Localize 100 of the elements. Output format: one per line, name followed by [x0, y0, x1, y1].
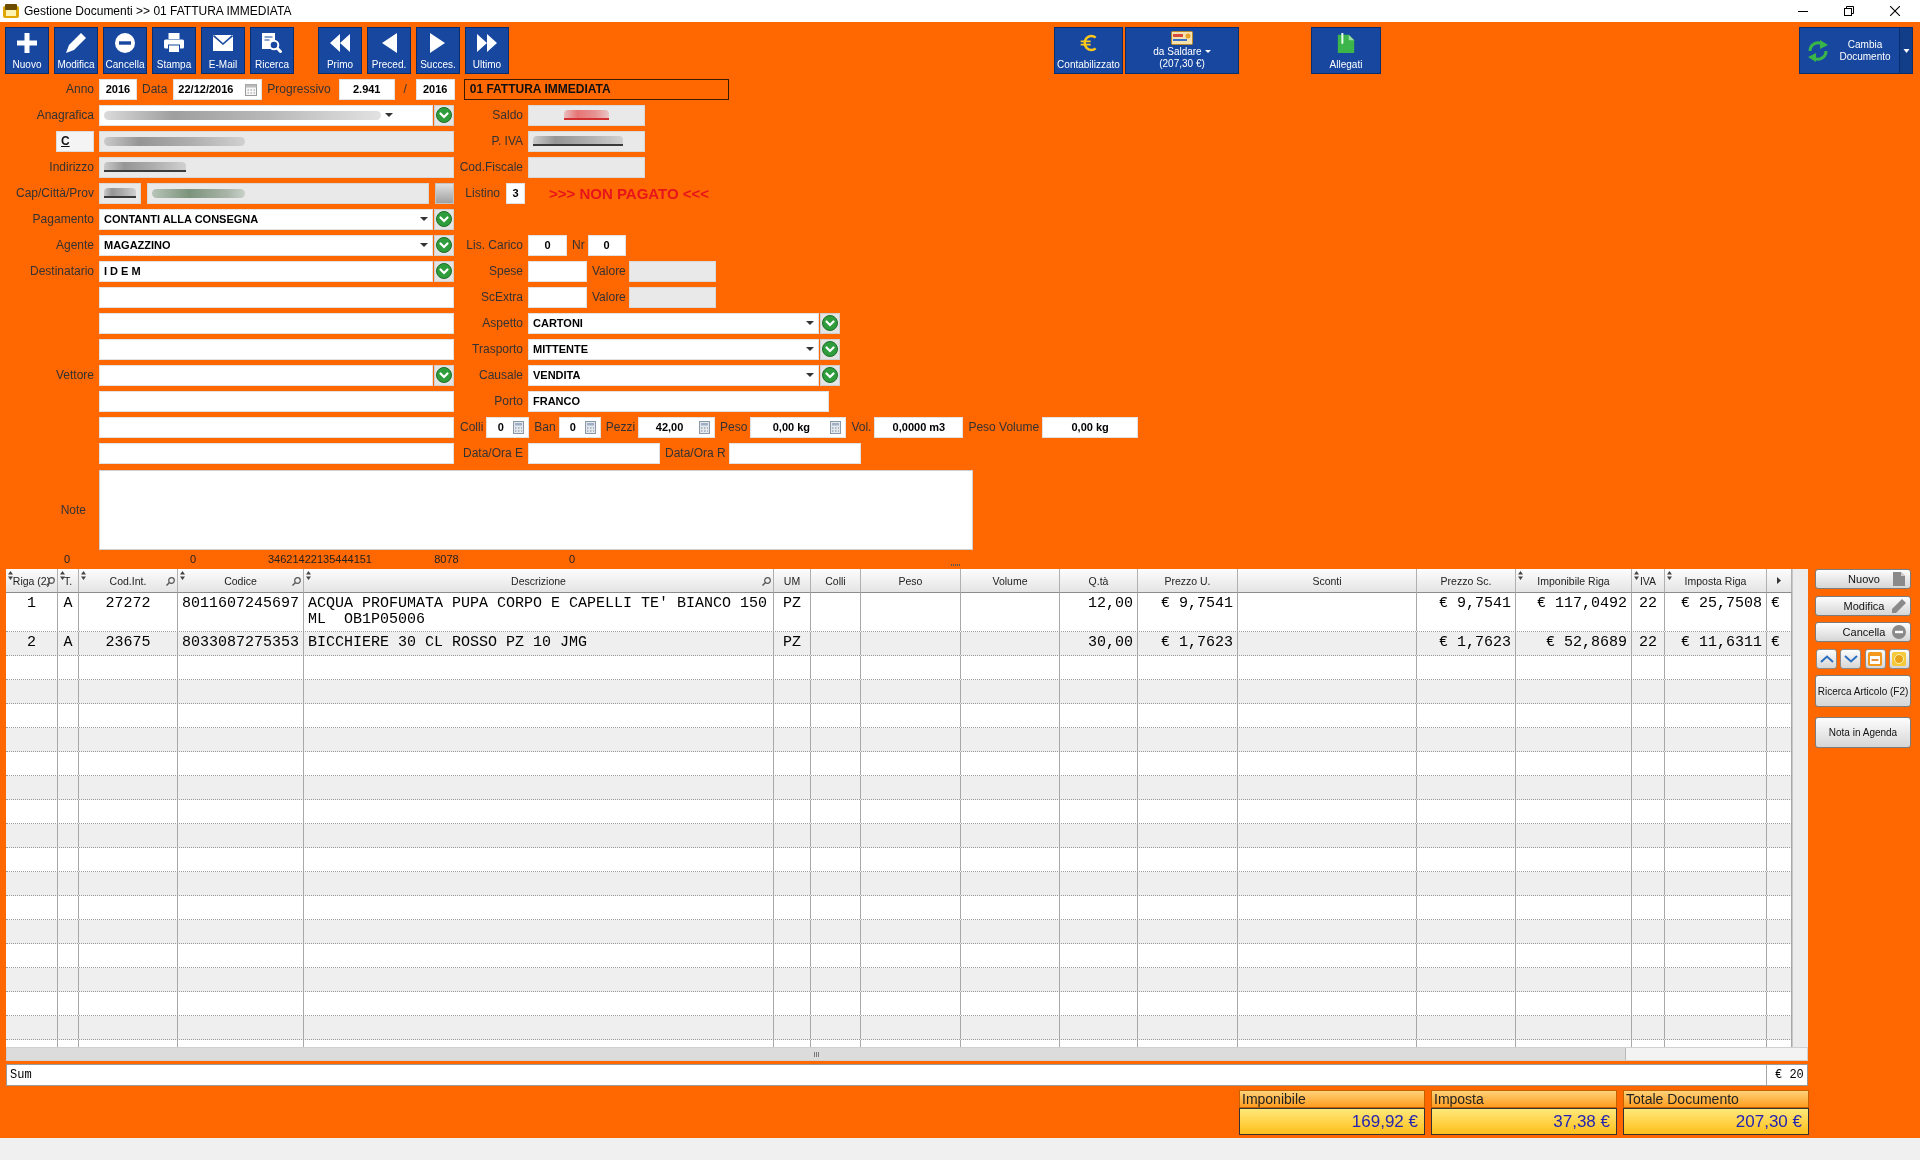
column-header[interactable]: Prezzo Sc. [1417, 569, 1516, 593]
previous-button[interactable]: Preced. [367, 27, 411, 74]
accounting-button[interactable]: Contabilizzato [1054, 27, 1123, 74]
agenda-note-button[interactable]: Nota in Agenda [1815, 717, 1911, 748]
text-field[interactable] [99, 156, 454, 178]
postcode-field[interactable] [99, 182, 141, 204]
currency-button[interactable] [1889, 649, 1910, 669]
vertical-scrollbar[interactable] [1792, 569, 1808, 1047]
lookup-button[interactable] [434, 234, 454, 256]
text-field[interactable] [528, 286, 587, 308]
city-field[interactable] [147, 182, 429, 204]
date-time-field[interactable] [528, 442, 660, 464]
payment-status: >>> NON PAGATO <<< [549, 184, 710, 202]
column-header[interactable]: Q.tà [1060, 569, 1138, 593]
quantity-field[interactable]: 0 [486, 416, 530, 438]
balance-due-button[interactable]: da Saldare (207,30 €) [1125, 27, 1239, 74]
dropdown-button[interactable] [1899, 27, 1913, 74]
scrollbar-track[interactable] [6, 1047, 1808, 1061]
column-header[interactable]: Volume [961, 569, 1060, 593]
dropdown-field[interactable]: MITTENTE [528, 338, 819, 360]
note-field[interactable] [99, 470, 973, 550]
lookup-button[interactable] [820, 312, 840, 334]
lookup-button[interactable] [820, 338, 840, 360]
lookup-button[interactable] [434, 208, 454, 230]
dropdown-field[interactable]: VENDITA [528, 364, 819, 386]
text-field[interactable]: I D E M [99, 260, 433, 282]
table-cell: € 1,7623 [1417, 632, 1516, 655]
lookup-button[interactable] [434, 364, 454, 386]
column-header[interactable]: Peso [861, 569, 961, 593]
first-button[interactable]: Primo [318, 27, 362, 74]
text-field[interactable] [99, 390, 454, 412]
price-list-field[interactable]: 3 [506, 182, 525, 204]
text-field[interactable] [99, 442, 454, 464]
column-header[interactable]: T. [58, 569, 79, 593]
column-header[interactable]: Colli [811, 569, 861, 593]
column-header[interactable]: Sconti [1238, 569, 1417, 593]
dropdown-field[interactable]: MAGAZZINO [99, 234, 433, 256]
picker-button[interactable] [435, 182, 454, 204]
code-field[interactable]: C [56, 130, 94, 152]
column-header[interactable]: Descrizione [304, 569, 774, 593]
column-header[interactable]: Riga (2) [6, 569, 58, 593]
edit-row-button[interactable]: Modifica [1815, 596, 1911, 616]
lookup-button[interactable] [434, 260, 454, 282]
dropdown-arrow-icon [385, 113, 393, 117]
table-row[interactable]: 2 A 23675 8033087275353 BICCHIERE 30 CL ROSSO PZ 10 JMG PZ 30,00 € 1,7623 € 1,7623 € 52,8689 22 € 11,6311 € [6, 632, 1792, 656]
column-header[interactable] [1767, 569, 1792, 593]
number-field[interactable]: 0 [528, 234, 567, 256]
next-button[interactable]: Succes. [416, 27, 460, 74]
move-up-button[interactable] [1816, 649, 1837, 669]
year-field[interactable]: 2016 [415, 78, 455, 100]
print-button[interactable]: Stampa [152, 27, 196, 74]
new-row-button[interactable]: Nuovo [1815, 569, 1911, 589]
delete-button[interactable]: Cancella [103, 27, 147, 74]
volume-field[interactable]: 0,0000 m3 [874, 416, 964, 438]
text-field[interactable] [99, 364, 433, 386]
text-field[interactable] [528, 260, 587, 282]
edit-button[interactable]: Modifica [54, 27, 98, 74]
field-label: Vettore [55, 368, 94, 382]
text-field[interactable] [99, 312, 454, 334]
text-field[interactable]: FRANCO [528, 390, 829, 412]
column-header[interactable]: Cod.Int. [79, 569, 178, 593]
numbering-button[interactable] [1864, 649, 1886, 669]
number-field[interactable]: 2.941 [338, 78, 395, 100]
dropdown-field[interactable] [99, 104, 433, 126]
table-cell: BICCHIERE 30 CL ROSSO PZ 10 JMG [304, 632, 774, 655]
lookup-button[interactable] [434, 104, 454, 126]
move-down-button[interactable] [1840, 649, 1862, 669]
name-field[interactable] [99, 130, 454, 152]
weight-field[interactable]: 0,00 kg [1042, 416, 1139, 438]
email-button[interactable]: E-Mail [201, 27, 245, 74]
delete-row-button[interactable]: Cancella [1815, 622, 1911, 642]
text-field[interactable] [99, 416, 454, 438]
column-header[interactable]: Imponibile Riga [1516, 569, 1632, 593]
column-header[interactable]: Prezzo U. [1138, 569, 1238, 593]
date-field[interactable]: 22/12/2016 [173, 78, 263, 100]
change-document-button[interactable]: Cambia Documento [1799, 27, 1899, 74]
lookup-button[interactable] [820, 364, 840, 386]
dropdown-field[interactable]: CARTONI [528, 312, 819, 334]
number-field[interactable]: 0 [587, 234, 626, 256]
scrollbar-thumb[interactable] [7, 1048, 1626, 1060]
date-time-field[interactable] [728, 442, 861, 464]
new-button[interactable]: Nuovo [5, 27, 49, 74]
attachments-button[interactable]: Allegati [1311, 27, 1381, 74]
text-field[interactable] [99, 338, 454, 360]
last-button[interactable]: Ultimo [465, 27, 509, 74]
column-header[interactable]: Codice [178, 569, 304, 593]
search-button[interactable]: Ricerca [250, 27, 294, 74]
dropdown-arrow-icon [420, 243, 428, 247]
dropdown-field[interactable]: CONTANTI ALLA CONSEGNA [99, 208, 433, 230]
table-row[interactable]: 1 A 27272 8011607245697 ACQUA PROFUMATA PUPA CORPO E CAPELLI TE' BIANCO 150 ML OB1P05006 PZ 12,00 € 9,7541 € 9,7541 € 117,0492 22 € 25,7508 € [6, 593, 1792, 632]
window-title: Gestione Documenti >> 01 FATTURA IMMEDIATA [24, 4, 292, 18]
quantity-field[interactable]: 0 [558, 416, 601, 438]
column-header[interactable]: Imposta Riga [1665, 569, 1767, 593]
quantity-field[interactable]: 42,00 [638, 416, 716, 438]
column-header[interactable]: UM [774, 569, 811, 593]
year-field[interactable]: 2016 [99, 78, 137, 100]
search-article-button[interactable]: Ricerca Articolo (F2) [1815, 675, 1911, 707]
text-field[interactable] [99, 286, 454, 308]
weight-field[interactable]: 0,00 kg [750, 416, 847, 438]
column-header[interactable]: IVA [1632, 569, 1665, 593]
